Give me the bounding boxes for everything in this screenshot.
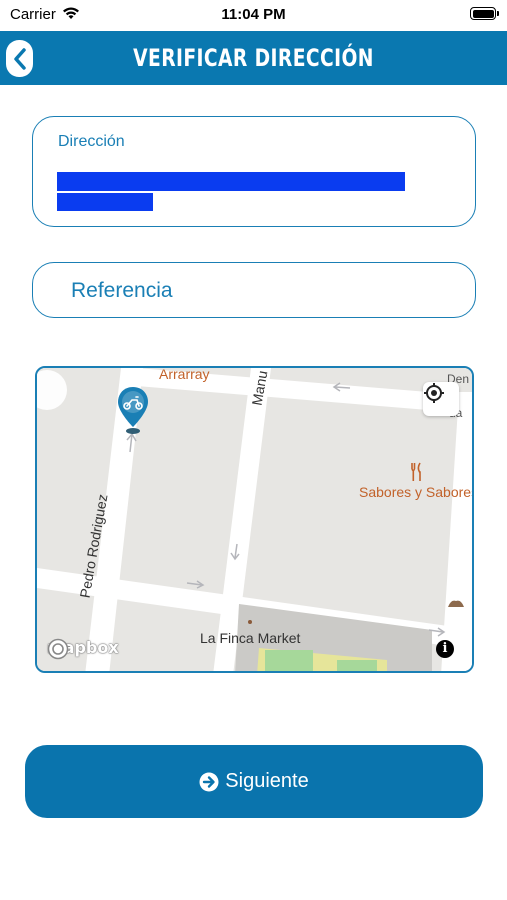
poi-label: Arrarray (159, 366, 210, 382)
next-button-label: Siguiente (225, 770, 309, 792)
poi-dot-icon (248, 620, 252, 624)
page-title: VERIFICAR DIRECCIÓN (133, 44, 374, 72)
status-bar: Carrier 11:04 PM (0, 0, 507, 30)
reference-input[interactable] (69, 263, 463, 319)
poi-label: La Finca Market (200, 630, 301, 646)
address-field[interactable]: Dirección (32, 116, 476, 227)
battery-icon (470, 7, 499, 20)
mapbox-logo[interactable]: mapbox (47, 638, 119, 660)
address-redaction-line1 (57, 172, 405, 191)
address-label: Dirección (58, 133, 125, 150)
map-info-button[interactable]: i (436, 640, 454, 658)
restaurant-icon (411, 462, 421, 481)
reference-field[interactable] (32, 262, 476, 319)
status-time: 11:04 PM (221, 6, 286, 23)
next-button[interactable]: Siguiente (25, 745, 483, 818)
location-crosshair-icon (424, 383, 444, 403)
locate-me-button[interactable] (423, 382, 459, 416)
chevron-left-icon (13, 47, 26, 70)
bakery-icon (448, 600, 464, 607)
scooter-pin-icon[interactable] (116, 385, 150, 435)
map-view[interactable]: Arrarray Den ua Pedro Rodriguez Manu Sab… (35, 366, 474, 673)
arrow-circle-right-icon (199, 772, 219, 791)
poi-label: Sabores y Sabores (359, 484, 474, 500)
back-button[interactable] (6, 40, 33, 77)
address-redaction-line2 (57, 193, 153, 211)
mapbox-icon (47, 638, 69, 660)
